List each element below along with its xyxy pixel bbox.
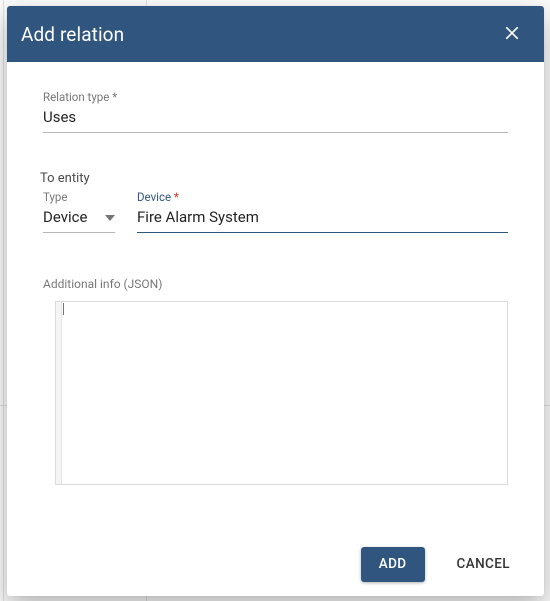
editor-gutter [56,302,62,484]
required-marker: * [174,190,179,204]
entity-device-input[interactable] [137,204,508,233]
dialog-backdrop: Add relation Relation type * To entity [0,0,550,601]
add-relation-dialog: Add relation Relation type * To entity [7,6,544,596]
editor-cursor [63,303,64,315]
entity-device-label: Device * [137,190,508,204]
close-icon [503,24,521,45]
dialog-body: Relation type * To entity Type [7,62,544,532]
additional-info-json-editor[interactable] [55,301,508,485]
entity-device-field: Device * [137,190,508,233]
additional-info-label: Additional info (JSON) [43,277,508,291]
entity-type-field: Type [43,190,115,233]
dialog-title: Add relation [21,23,124,46]
entity-type-value[interactable] [43,204,115,233]
entity-device-label-text: Device [137,190,171,204]
dialog-header: Add relation [7,6,544,62]
relation-type-label: Relation type * [43,90,508,104]
relation-type-field: Relation type * [43,90,508,133]
entity-type-select[interactable] [43,204,115,233]
required-marker: * [112,90,117,104]
entity-type-label: Type [43,190,115,204]
close-button[interactable] [494,16,530,52]
add-button[interactable]: ADD [361,547,425,582]
relation-type-label-text: Relation type [43,90,109,104]
dialog-actions: ADD CANCEL [7,532,544,596]
to-entity-row: Type Device * [43,190,508,237]
relation-type-input[interactable] [43,104,508,133]
to-entity-section-label: To entity [40,171,508,186]
cancel-button[interactable]: CANCEL [439,547,528,582]
